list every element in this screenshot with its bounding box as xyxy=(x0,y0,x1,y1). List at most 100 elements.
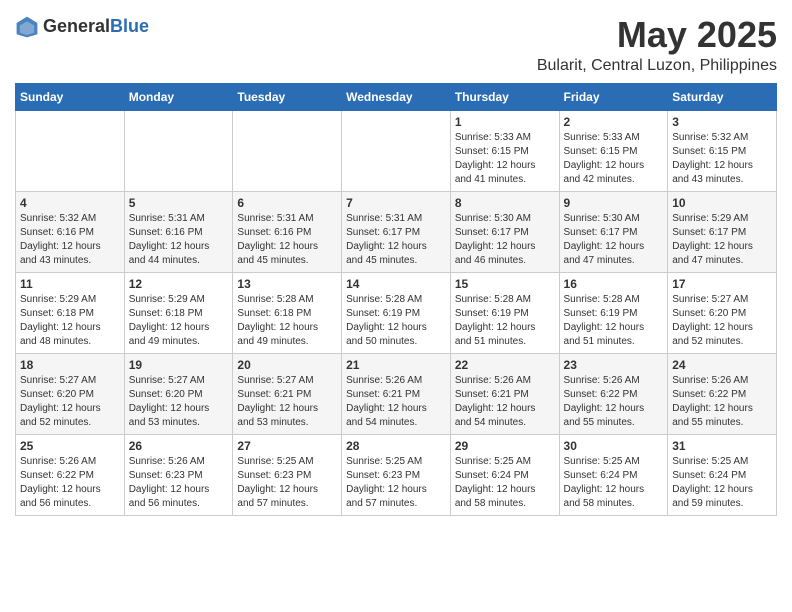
day-number: 25 xyxy=(20,439,120,453)
day-number: 24 xyxy=(672,358,772,372)
day-info: Sunrise: 5:32 AMSunset: 6:15 PMDaylight:… xyxy=(672,131,772,187)
day-info: Sunrise: 5:31 AMSunset: 6:16 PMDaylight:… xyxy=(129,212,229,268)
logo-text: GeneralBlue xyxy=(43,17,149,37)
day-info: Sunrise: 5:31 AMSunset: 6:16 PMDaylight:… xyxy=(237,212,337,268)
day-info: Sunrise: 5:28 AMSunset: 6:19 PMDaylight:… xyxy=(346,293,446,349)
calendar-cell: 9 Sunrise: 5:30 AMSunset: 6:17 PMDaylight… xyxy=(559,191,668,272)
day-info: Sunrise: 5:27 AMSunset: 6:20 PMDaylight:… xyxy=(672,293,772,349)
calendar-cell: 28 Sunrise: 5:25 AMSunset: 6:23 PMDayligh… xyxy=(342,434,451,515)
calendar: SundayMondayTuesdayWednesdayThursdayFrid… xyxy=(15,83,777,516)
day-number: 28 xyxy=(346,439,446,453)
day-info: Sunrise: 5:30 AMSunset: 6:17 PMDaylight:… xyxy=(455,212,555,268)
calendar-cell: 10Sunrise: 5:29 AMSunset: 6:17 PMDayligh… xyxy=(668,191,777,272)
logo-general: General xyxy=(43,16,110,36)
calendar-cell: 23 Sunrise: 5:26 AMSunset: 6:22 PMDayligh… xyxy=(559,353,668,434)
calendar-cell: 29 Sunrise: 5:25 AMSunset: 6:24 PMDayligh… xyxy=(450,434,559,515)
calendar-cell xyxy=(124,110,233,191)
calendar-header-thursday: Thursday xyxy=(450,83,559,110)
calendar-cell: 15 Sunrise: 5:28 AMSunset: 6:19 PMDayligh… xyxy=(450,272,559,353)
logo-icon xyxy=(15,15,39,39)
calendar-cell: 7 Sunrise: 5:31 AMSunset: 6:17 PMDaylight… xyxy=(342,191,451,272)
day-number: 6 xyxy=(237,196,337,210)
calendar-week-row: 18Sunrise: 5:27 AMSunset: 6:20 PMDayligh… xyxy=(16,353,777,434)
day-number: 5 xyxy=(129,196,229,210)
calendar-cell: 1 Sunrise: 5:33 AMSunset: 6:15 PMDaylight… xyxy=(450,110,559,191)
day-number: 27 xyxy=(237,439,337,453)
day-info: Sunrise: 5:30 AMSunset: 6:17 PMDaylight:… xyxy=(564,212,664,268)
day-number: 9 xyxy=(564,196,664,210)
calendar-cell: 19Sunrise: 5:27 AMSunset: 6:20 PMDayligh… xyxy=(124,353,233,434)
calendar-cell: 11 Sunrise: 5:29 AMSunset: 6:18 PMDayligh… xyxy=(16,272,125,353)
calendar-week-row: 4 Sunrise: 5:32 AMSunset: 6:16 PMDaylight… xyxy=(16,191,777,272)
calendar-header-wednesday: Wednesday xyxy=(342,83,451,110)
day-info: Sunrise: 5:33 AMSunset: 6:15 PMDaylight:… xyxy=(455,131,555,187)
calendar-cell: 13 Sunrise: 5:28 AMSunset: 6:18 PMDayligh… xyxy=(233,272,342,353)
logo: GeneralBlue xyxy=(15,15,149,39)
day-number: 3 xyxy=(672,115,772,129)
month-title: May 2025 xyxy=(537,15,777,55)
day-info: Sunrise: 5:26 AMSunset: 6:23 PMDaylight:… xyxy=(129,455,229,511)
day-number: 1 xyxy=(455,115,555,129)
day-number: 2 xyxy=(564,115,664,129)
calendar-header-monday: Monday xyxy=(124,83,233,110)
day-info: Sunrise: 5:32 AMSunset: 6:16 PMDaylight:… xyxy=(20,212,120,268)
calendar-header-tuesday: Tuesday xyxy=(233,83,342,110)
day-number: 12 xyxy=(129,277,229,291)
calendar-cell: 2 Sunrise: 5:33 AMSunset: 6:15 PMDaylight… xyxy=(559,110,668,191)
calendar-cell: 4 Sunrise: 5:32 AMSunset: 6:16 PMDaylight… xyxy=(16,191,125,272)
location-title: Bularit, Central Luzon, Philippines xyxy=(537,57,777,75)
day-number: 23 xyxy=(564,358,664,372)
calendar-cell: 3 Sunrise: 5:32 AMSunset: 6:15 PMDaylight… xyxy=(668,110,777,191)
day-number: 4 xyxy=(20,196,120,210)
day-info: Sunrise: 5:25 AMSunset: 6:23 PMDaylight:… xyxy=(237,455,337,511)
day-info: Sunrise: 5:33 AMSunset: 6:15 PMDaylight:… xyxy=(564,131,664,187)
day-info: Sunrise: 5:25 AMSunset: 6:23 PMDaylight:… xyxy=(346,455,446,511)
day-info: Sunrise: 5:26 AMSunset: 6:22 PMDaylight:… xyxy=(20,455,120,511)
logo-blue: Blue xyxy=(110,16,149,36)
calendar-cell: 24Sunrise: 5:26 AMSunset: 6:22 PMDayligh… xyxy=(668,353,777,434)
day-info: Sunrise: 5:25 AMSunset: 6:24 PMDaylight:… xyxy=(672,455,772,511)
calendar-cell: 25 Sunrise: 5:26 AMSunset: 6:22 PMDayligh… xyxy=(16,434,125,515)
calendar-cell: 18Sunrise: 5:27 AMSunset: 6:20 PMDayligh… xyxy=(16,353,125,434)
day-number: 10 xyxy=(672,196,772,210)
calendar-cell xyxy=(233,110,342,191)
day-info: Sunrise: 5:27 AMSunset: 6:20 PMDaylight:… xyxy=(129,374,229,430)
calendar-cell: 20 Sunrise: 5:27 AMSunset: 6:21 PMDayligh… xyxy=(233,353,342,434)
calendar-cell xyxy=(342,110,451,191)
calendar-cell xyxy=(16,110,125,191)
calendar-cell: 26 Sunrise: 5:26 AMSunset: 6:23 PMDayligh… xyxy=(124,434,233,515)
day-number: 29 xyxy=(455,439,555,453)
day-info: Sunrise: 5:26 AMSunset: 6:21 PMDaylight:… xyxy=(455,374,555,430)
day-info: Sunrise: 5:28 AMSunset: 6:18 PMDaylight:… xyxy=(237,293,337,349)
calendar-cell: 31 Sunrise: 5:25 AMSunset: 6:24 PMDayligh… xyxy=(668,434,777,515)
day-number: 26 xyxy=(129,439,229,453)
day-info: Sunrise: 5:26 AMSunset: 6:21 PMDaylight:… xyxy=(346,374,446,430)
day-info: Sunrise: 5:25 AMSunset: 6:24 PMDaylight:… xyxy=(455,455,555,511)
calendar-cell: 27 Sunrise: 5:25 AMSunset: 6:23 PMDayligh… xyxy=(233,434,342,515)
title-area: May 2025 Bularit, Central Luzon, Philipp… xyxy=(537,15,777,75)
day-info: Sunrise: 5:28 AMSunset: 6:19 PMDaylight:… xyxy=(455,293,555,349)
calendar-cell: 30Sunrise: 5:25 AMSunset: 6:24 PMDayligh… xyxy=(559,434,668,515)
day-info: Sunrise: 5:26 AMSunset: 6:22 PMDaylight:… xyxy=(564,374,664,430)
calendar-cell: 21 Sunrise: 5:26 AMSunset: 6:21 PMDayligh… xyxy=(342,353,451,434)
calendar-week-row: 11 Sunrise: 5:29 AMSunset: 6:18 PMDayligh… xyxy=(16,272,777,353)
day-number: 13 xyxy=(237,277,337,291)
day-number: 8 xyxy=(455,196,555,210)
calendar-cell: 16Sunrise: 5:28 AMSunset: 6:19 PMDayligh… xyxy=(559,272,668,353)
day-number: 21 xyxy=(346,358,446,372)
day-number: 11 xyxy=(20,277,120,291)
day-info: Sunrise: 5:31 AMSunset: 6:17 PMDaylight:… xyxy=(346,212,446,268)
calendar-cell: 5 Sunrise: 5:31 AMSunset: 6:16 PMDaylight… xyxy=(124,191,233,272)
day-info: Sunrise: 5:27 AMSunset: 6:21 PMDaylight:… xyxy=(237,374,337,430)
day-number: 20 xyxy=(237,358,337,372)
day-number: 31 xyxy=(672,439,772,453)
calendar-cell: 8 Sunrise: 5:30 AMSunset: 6:17 PMDaylight… xyxy=(450,191,559,272)
calendar-week-row: 1 Sunrise: 5:33 AMSunset: 6:15 PMDaylight… xyxy=(16,110,777,191)
day-number: 7 xyxy=(346,196,446,210)
day-info: Sunrise: 5:25 AMSunset: 6:24 PMDaylight:… xyxy=(564,455,664,511)
calendar-header-friday: Friday xyxy=(559,83,668,110)
calendar-header-row: SundayMondayTuesdayWednesdayThursdayFrid… xyxy=(16,83,777,110)
day-info: Sunrise: 5:29 AMSunset: 6:18 PMDaylight:… xyxy=(20,293,120,349)
day-number: 15 xyxy=(455,277,555,291)
calendar-cell: 6 Sunrise: 5:31 AMSunset: 6:16 PMDaylight… xyxy=(233,191,342,272)
